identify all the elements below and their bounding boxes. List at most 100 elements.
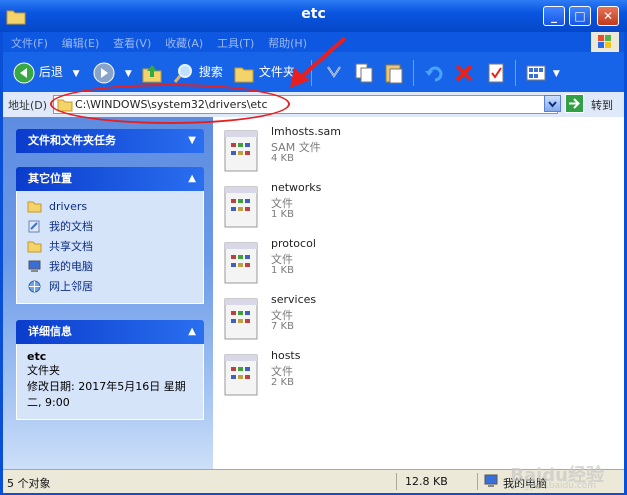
paste-button[interactable]	[383, 60, 405, 84]
chevron-down-icon[interactable]: ▼	[553, 69, 560, 79]
other-places-header[interactable]: 其它位置 ▲	[16, 167, 204, 191]
place-label: 网上邻居	[49, 280, 93, 293]
chevron-down-icon	[548, 101, 557, 108]
file-item[interactable]: protocol 文件 1 KB	[223, 237, 523, 289]
details-body: etc 文件夹 修改日期: 2017年5月16日 星期二, 9:00	[16, 344, 204, 420]
details-title: 详细信息	[28, 325, 72, 338]
views-icon	[526, 65, 546, 80]
move-to-button[interactable]	[323, 60, 345, 84]
folders-label: 文件夹	[258, 65, 295, 79]
file-list: lmhosts.sam SAM 文件 4 KB networks 文件 1 KB…	[213, 117, 624, 469]
place-network[interactable]: 网上邻居	[27, 277, 193, 297]
status-divider	[396, 473, 397, 490]
folder-icon	[27, 201, 42, 213]
watermark-url: jingyan.baidu.com	[512, 481, 596, 491]
undo-button[interactable]	[423, 60, 445, 84]
file-item[interactable]: networks 文件 1 KB	[223, 181, 523, 233]
delete-button[interactable]	[453, 60, 475, 84]
file-item[interactable]: lmhosts.sam SAM 文件 4 KB	[223, 125, 523, 177]
forward-button[interactable]: ▼	[93, 60, 132, 84]
other-places-title: 其它位置	[28, 172, 72, 185]
minimize-button[interactable]: _	[543, 6, 565, 26]
place-label: 我的电脑	[49, 260, 93, 273]
my-computer-icon	[28, 260, 41, 272]
file-item[interactable]: services 文件 7 KB	[223, 293, 523, 345]
file-icon	[224, 298, 258, 340]
red-highlight-ellipse	[50, 84, 290, 124]
place-shared-documents[interactable]: 共享文档	[27, 237, 193, 257]
place-my-computer[interactable]: 我的电脑	[27, 257, 193, 277]
status-bar: 5 个对象 12.8 KB 我的电脑 Baidu经验 jingyan.baidu…	[3, 465, 624, 493]
chevron-down-icon[interactable]: ▼	[73, 69, 80, 79]
file-tasks-header[interactable]: 文件和文件夹任务 ▼	[16, 129, 204, 153]
file-name: hosts	[271, 349, 301, 362]
file-size: 1 KB	[271, 209, 294, 220]
menu-favorites[interactable]: 收藏(A)	[165, 35, 203, 51]
details-header[interactable]: 详细信息 ▲	[16, 320, 204, 344]
menu-view[interactable]: 查看(V)	[113, 35, 151, 51]
menu-tools[interactable]: 工具(T)	[217, 35, 254, 51]
file-name: services	[271, 293, 317, 306]
status-size: 12.8 KB	[405, 475, 448, 488]
chevron-down-icon[interactable]: ▼	[125, 69, 132, 79]
file-tasks-panel: 文件和文件夹任务 ▼	[16, 129, 204, 153]
address-label: 地址(D)	[8, 99, 48, 112]
close-button[interactable]: ✕	[597, 6, 619, 26]
delete-icon	[455, 64, 473, 81]
file-item[interactable]: hosts 文件 2 KB	[223, 349, 523, 401]
toolbar-divider	[515, 60, 516, 86]
file-size: 7 KB	[271, 321, 294, 332]
forward-arrow-icon	[93, 62, 115, 83]
folders-button[interactable]: 文件夹	[233, 60, 295, 84]
go-arrow-icon	[569, 98, 580, 109]
toolbar: 后退 ▼ ▼ 搜索 文件夹 ▼	[3, 52, 624, 92]
file-tasks-title: 文件和文件夹任务	[28, 134, 116, 147]
file-icon	[224, 130, 258, 172]
move-to-icon	[327, 65, 341, 78]
task-pane: 文件和文件夹任务 ▼ 其它位置 ▲ drivers 我的文档 共享文档 我的电脑…	[3, 117, 213, 469]
details-name: etc	[27, 350, 47, 363]
toolbar-divider	[413, 60, 414, 86]
address-dropdown-button[interactable]	[544, 95, 561, 112]
up-folder-button[interactable]	[141, 60, 163, 84]
folders-icon	[234, 67, 254, 82]
explorer-window: etc _ □ ✕ 文件(F) 编辑(E) 查看(V) 收藏(A) 工具(T) …	[0, 0, 627, 495]
status-object-count: 5 个对象	[7, 477, 51, 490]
place-drivers[interactable]: drivers	[27, 197, 193, 217]
place-label: drivers	[49, 200, 88, 213]
go-button[interactable]	[565, 94, 584, 113]
shared-folder-icon	[27, 241, 42, 253]
file-icon	[224, 354, 258, 396]
properties-button[interactable]	[485, 60, 507, 84]
views-button[interactable]: ▼	[525, 60, 560, 84]
menu-file[interactable]: 文件(F)	[11, 35, 48, 51]
copy-to-button[interactable]	[353, 60, 375, 84]
file-size: 4 KB	[271, 153, 294, 164]
back-label: 后退	[38, 65, 63, 79]
search-button[interactable]: 搜索	[173, 60, 223, 84]
my-computer-icon	[484, 474, 498, 487]
undo-icon	[425, 66, 443, 81]
paste-icon	[385, 64, 403, 83]
status-divider	[477, 473, 478, 490]
file-icon	[224, 186, 258, 228]
file-name: lmhosts.sam	[271, 125, 341, 138]
window-title: etc	[301, 6, 326, 22]
network-icon	[28, 280, 41, 293]
place-my-documents[interactable]: 我的文档	[27, 217, 193, 237]
file-size: 1 KB	[271, 265, 294, 276]
chevron-up-icon[interactable]: ▲	[188, 320, 196, 344]
title-bar[interactable]: etc _ □ ✕	[0, 0, 627, 32]
chevron-up-icon[interactable]: ▲	[188, 167, 196, 191]
maximize-button[interactable]: □	[569, 6, 591, 26]
menu-edit[interactable]: 编辑(E)	[62, 35, 100, 51]
menu-help[interactable]: 帮助(H)	[268, 35, 307, 51]
file-size: 2 KB	[271, 377, 294, 388]
other-places-panel: 其它位置 ▲ drivers 我的文档 共享文档 我的电脑 网上邻居	[16, 167, 204, 304]
chevron-down-icon[interactable]: ▼	[188, 129, 196, 153]
copy-to-icon	[355, 63, 373, 82]
back-button[interactable]: 后退 ▼	[13, 60, 80, 84]
place-label: 我的文档	[49, 220, 93, 233]
go-label: 转到	[591, 99, 613, 112]
other-places-list: drivers 我的文档 共享文档 我的电脑 网上邻居	[16, 191, 204, 304]
